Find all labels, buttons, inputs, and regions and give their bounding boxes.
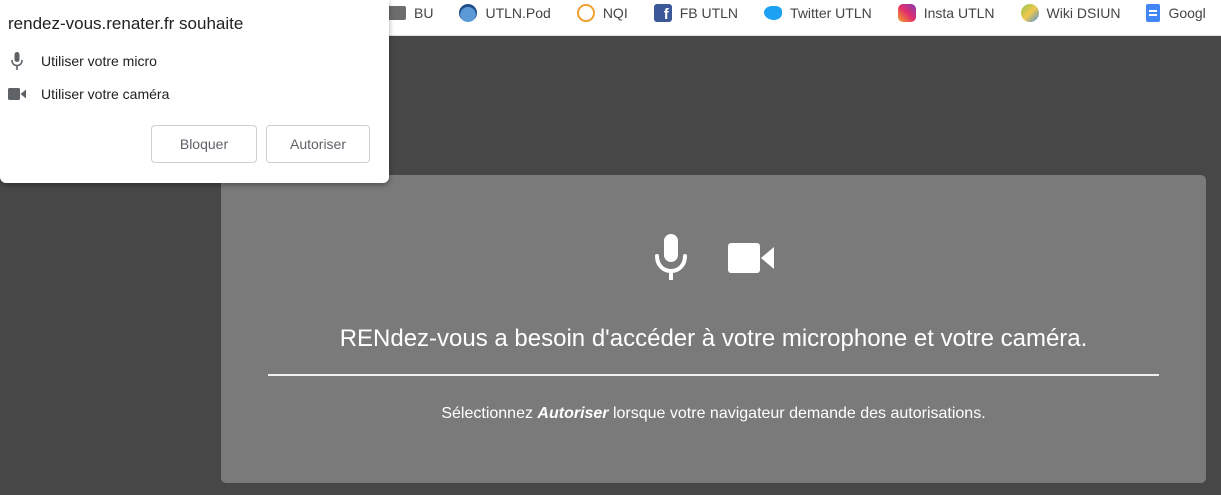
bookmark-fb-utln[interactable]: FB UTLN <box>653 4 739 23</box>
folder-icon <box>388 6 406 20</box>
google-docs-icon <box>1146 4 1161 22</box>
permission-popup: rendez-vous.renater.fr souhaite Utiliser… <box>0 0 389 183</box>
permission-label: Utiliser votre micro <box>41 53 157 69</box>
divider <box>268 374 1159 376</box>
bookmark-label: Twitter UTLN <box>790 5 872 21</box>
hint-text-before: Sélectionnez <box>441 405 538 422</box>
microphone-icon <box>654 234 688 282</box>
bookmark-utln-pod[interactable]: UTLN.Pod <box>459 4 551 22</box>
bookmark-twitter-utln[interactable]: Twitter UTLN <box>764 5 872 21</box>
bookmark-google[interactable]: Googl <box>1146 4 1206 22</box>
instagram-icon <box>897 4 916 22</box>
bookmark-wiki-dsiun[interactable]: Wiki DSIUN <box>1020 4 1121 22</box>
permission-row-camera: Utiliser votre caméra <box>0 84 169 104</box>
wiki-icon <box>1020 4 1039 22</box>
twitter-icon <box>764 6 783 20</box>
bookmark-label: NQI <box>602 5 628 21</box>
permission-card: RENdez-vous a besoin d'accéder à votre m… <box>221 175 1206 483</box>
allow-button[interactable]: Autoriser <box>266 125 370 163</box>
bookmark-label: FB UTLN <box>679 5 739 21</box>
pod-icon <box>459 4 478 22</box>
card-title: RENdez-vous a besoin d'accéder à votre m… <box>339 325 1088 352</box>
bookmark-insta-utln[interactable]: Insta UTLN <box>897 4 995 22</box>
block-button[interactable]: Bloquer <box>151 125 257 163</box>
card-hint: Sélectionnez Autoriser lorsque votre nav… <box>221 405 1206 423</box>
facebook-icon <box>653 4 672 23</box>
bookmark-nqi[interactable]: NQI <box>576 4 628 22</box>
permission-row-microphone: Utiliser votre micro <box>0 51 157 71</box>
card-icons <box>221 233 1206 283</box>
bookmark-label: UTLN.Pod <box>485 5 551 21</box>
bookmarks-list: BU UTLN.Pod NQI FB UTLN Twitter UTLN Ins… <box>388 0 1206 26</box>
bookmark-bu[interactable]: BU <box>388 5 433 21</box>
nqi-icon <box>576 4 595 22</box>
permission-label: Utiliser votre caméra <box>41 86 170 102</box>
bookmark-label: BU <box>414 5 434 21</box>
hint-text-after: lorsque votre navigateur demande des aut… <box>608 405 986 422</box>
bookmark-label: Googl <box>1168 5 1206 21</box>
bookmark-label: Insta UTLN <box>923 5 995 21</box>
microphone-icon <box>0 52 41 70</box>
camera-icon <box>0 88 41 100</box>
camera-icon <box>727 243 774 273</box>
hint-bold-allow: Autoriser <box>537 405 609 422</box>
bookmark-label: Wiki DSIUN <box>1046 5 1121 21</box>
popup-title: rendez-vous.renater.fr souhaite <box>8 14 244 33</box>
